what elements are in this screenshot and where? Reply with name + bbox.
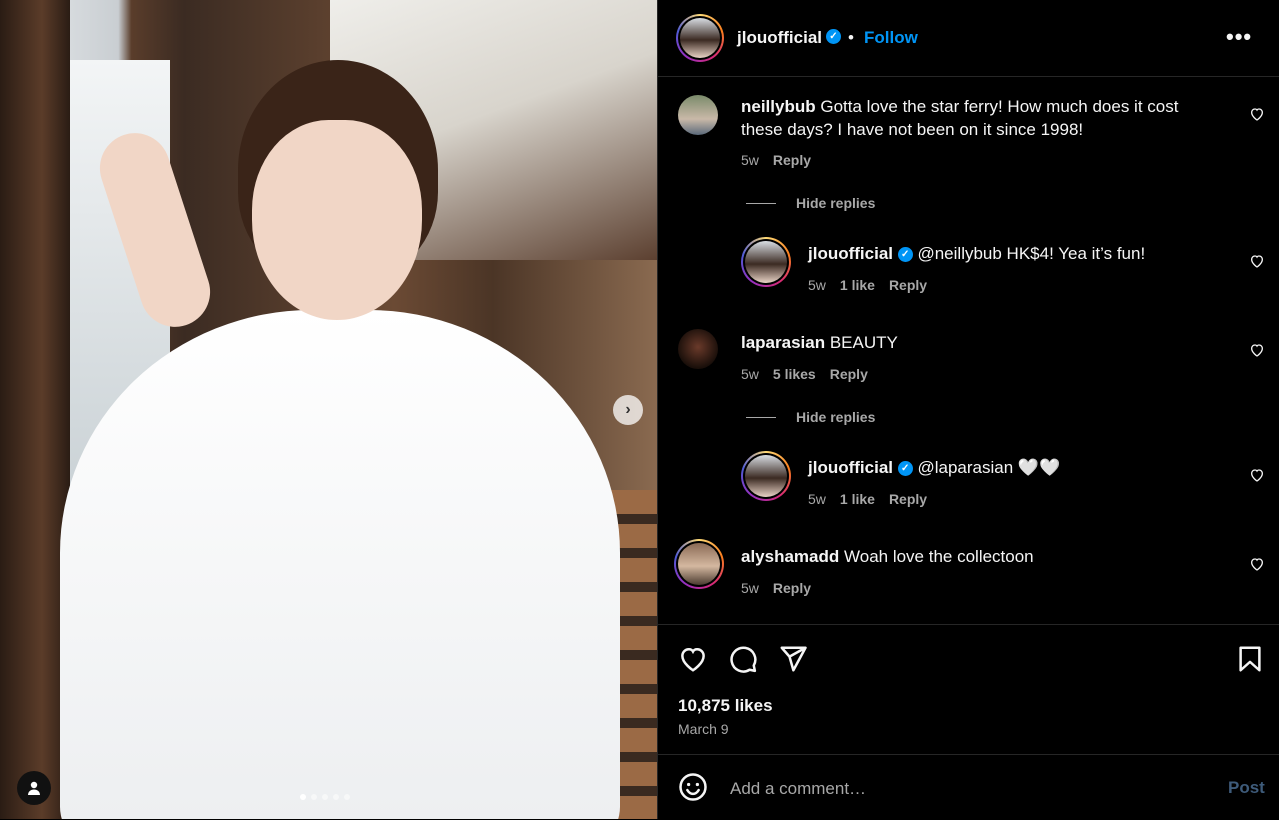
carousel-dot [344, 794, 350, 800]
photo-person-shirt [60, 310, 620, 819]
commenter-avatar[interactable] [678, 329, 718, 369]
add-comment-input[interactable] [728, 775, 1192, 803]
comments-list[interactable]: neillybub Gotta love the star ferry! How… [658, 77, 1279, 624]
comment-icon[interactable] [728, 644, 758, 674]
post-date[interactable]: March 9 [678, 721, 729, 737]
post-side-panel: jlouofficial ✓ • Follow ••• neillybub Got… [657, 0, 1279, 819]
reply-meta: 5w 1 like Reply [808, 277, 927, 293]
comment-meta: 5w 5 likes Reply [741, 366, 868, 382]
reply-username[interactable]: jlouofficial [808, 458, 893, 477]
comment-like-icon[interactable] [1249, 106, 1265, 122]
reply-likes-count[interactable]: 1 like [840, 277, 875, 293]
comment-age[interactable]: 5w [741, 366, 759, 382]
comment-likes-count[interactable]: 5 likes [773, 366, 816, 382]
post-comment-button[interactable]: Post [1228, 778, 1265, 798]
reply-username[interactable]: jlouofficial [808, 244, 893, 263]
emoji-icon[interactable] [678, 772, 708, 802]
comment-age[interactable]: 5w [741, 580, 759, 596]
reply-text: jlouofficial ✓ @neillybub HK$4! Yea it’s… [808, 242, 1208, 265]
post-actions: 10,875 likes March 9 [658, 624, 1279, 755]
comment-like-icon[interactable] [1249, 342, 1265, 358]
commenter-avatar[interactable] [678, 95, 718, 135]
hide-replies-label: Hide replies [796, 409, 876, 425]
chevron-right-icon: › [625, 401, 631, 418]
carousel-dot [322, 794, 328, 800]
comment-text: neillybub Gotta love the star ferry! How… [741, 95, 1201, 141]
photo-person-face [252, 120, 422, 320]
divider-line [746, 202, 776, 204]
carousel-next-button[interactable]: › [613, 395, 643, 425]
user-icon [28, 781, 40, 795]
comment-username[interactable]: alyshamadd [741, 547, 839, 566]
carousel-dot [311, 794, 317, 800]
reply-age[interactable]: 5w [808, 277, 826, 293]
comment-meta: 5w Reply [741, 152, 811, 168]
hide-replies-button[interactable]: Hide replies [746, 409, 875, 425]
reply-button[interactable]: Reply [889, 491, 927, 507]
author-username[interactable]: jlouofficial ✓ [737, 28, 841, 48]
share-icon[interactable] [778, 644, 808, 674]
reply-likes-count[interactable]: 1 like [840, 491, 875, 507]
comment-age[interactable]: 5w [741, 152, 759, 168]
reply-button[interactable]: Reply [830, 366, 868, 382]
comment-text: alyshamadd Woah love the collectoon [741, 545, 1201, 568]
reply-age[interactable]: 5w [808, 491, 826, 507]
verified-badge-icon: ✓ [897, 247, 913, 263]
comment-text: laparasian BEAUTY [741, 331, 1201, 354]
post-media[interactable]: › [0, 0, 657, 819]
bookmark-icon[interactable] [1235, 644, 1265, 674]
reply-button[interactable]: Reply [773, 152, 811, 168]
verified-badge-icon: ✓ [826, 29, 841, 45]
hide-replies-label: Hide replies [796, 195, 876, 211]
commenter-avatar[interactable] [674, 539, 724, 589]
follow-button[interactable]: Follow [864, 28, 918, 48]
header-separator: • [848, 28, 854, 47]
likes-count[interactable]: 10,875 likes [678, 696, 773, 716]
heart-icon[interactable] [678, 644, 708, 674]
comment-meta: 5w Reply [741, 580, 811, 596]
comment-body: Woah love the collectoon [844, 547, 1034, 566]
more-options-icon[interactable]: ••• [1226, 24, 1252, 50]
reply-text: jlouofficial ✓ @laparasian 🤍🤍 [808, 456, 1208, 479]
reply-button[interactable]: Reply [773, 580, 811, 596]
divider-line [746, 416, 776, 418]
tagged-users-button[interactable] [17, 771, 51, 805]
reply-button[interactable]: Reply [889, 277, 927, 293]
comment-like-icon[interactable] [1249, 467, 1265, 483]
reply-body: @neillybub HK$4! Yea it’s fun! [917, 244, 1146, 263]
comment-composer: Post [658, 754, 1279, 820]
carousel-dot [300, 794, 306, 800]
comment-username[interactable]: neillybub [741, 97, 816, 116]
reply-avatar[interactable] [741, 237, 791, 287]
reply-meta: 5w 1 like Reply [808, 491, 927, 507]
hide-replies-button[interactable]: Hide replies [746, 195, 875, 211]
reply-body: @laparasian 🤍🤍 [917, 458, 1061, 477]
comment-like-icon[interactable] [1249, 556, 1265, 572]
reply-avatar[interactable] [741, 451, 791, 501]
comment-body: BEAUTY [829, 333, 898, 352]
verified-badge-icon: ✓ [897, 461, 913, 477]
author-avatar[interactable] [676, 14, 724, 62]
comment-like-icon[interactable] [1249, 253, 1265, 269]
carousel-indicator [300, 794, 350, 800]
carousel-dot [333, 794, 339, 800]
post-header: jlouofficial ✓ • Follow ••• [658, 0, 1279, 77]
comment-username[interactable]: laparasian [741, 333, 825, 352]
